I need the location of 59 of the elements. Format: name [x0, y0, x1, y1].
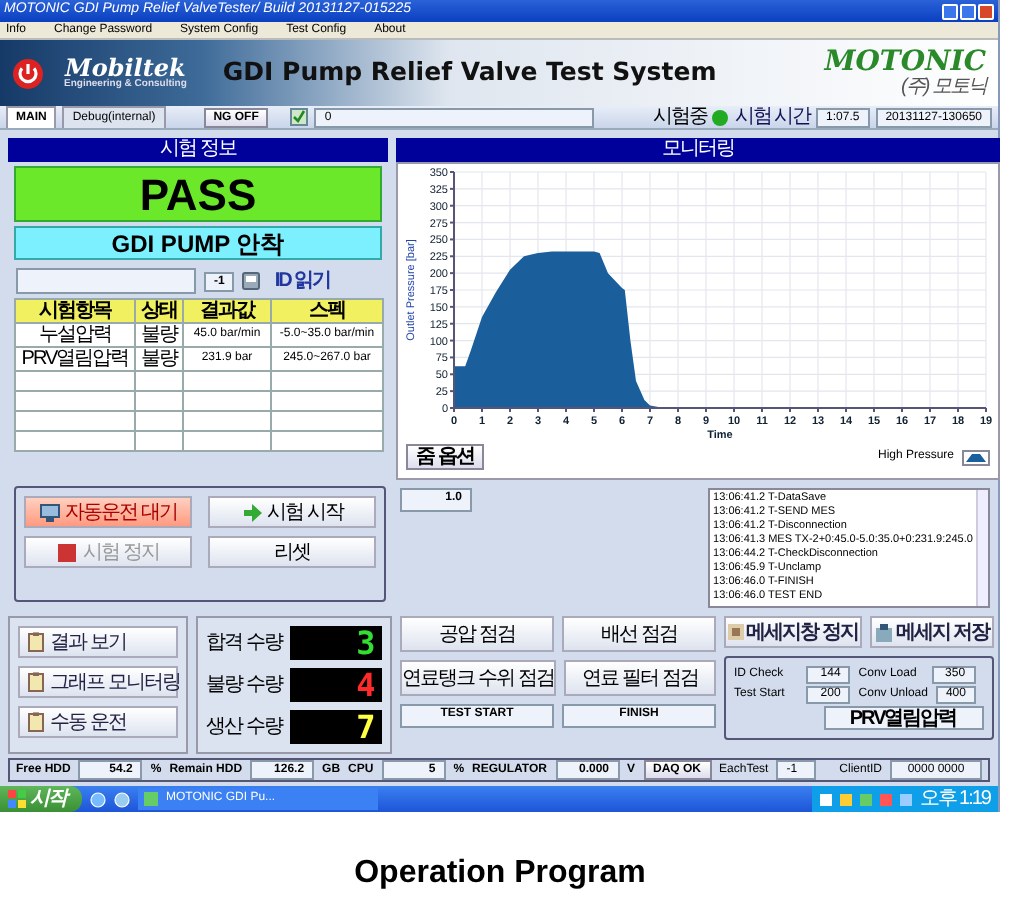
- id-field[interactable]: [16, 268, 196, 294]
- scrollbar[interactable]: [976, 490, 988, 606]
- legend-icon: [962, 449, 990, 465]
- minimize-button[interactable]: [942, 3, 958, 19]
- sensor-status-field: PRV열림압력: [823, 706, 984, 730]
- count-display: 3: [289, 626, 382, 660]
- clock: 오후 1:19: [919, 788, 990, 810]
- time-label: 시험 시간: [734, 106, 811, 128]
- check-button[interactable]: 연료탱크 수위 점검: [400, 660, 556, 696]
- control-button[interactable]: 리셋: [208, 536, 376, 568]
- count-label: 생산 수량: [206, 716, 282, 738]
- check-button[interactable]: 공압 점검: [400, 616, 554, 652]
- brand-subtitle: (주) 모토닉: [901, 76, 986, 98]
- id-read-button[interactable]: ID 읽기: [268, 270, 337, 292]
- app-title: GDI Pump Relief Valve Test System: [222, 58, 719, 88]
- column-header: 시험항목: [15, 299, 135, 323]
- count-display: 4: [289, 668, 382, 702]
- table-cell: 누설압력: [15, 323, 135, 347]
- caption: Operation Program: [352, 856, 648, 893]
- close-button[interactable]: [978, 3, 994, 19]
- checkbox[interactable]: [290, 108, 309, 126]
- check-button[interactable]: 배선 점검: [562, 616, 716, 652]
- monitor-icon: [39, 503, 60, 521]
- stop-icon: [57, 543, 78, 561]
- control-button[interactable]: 시험 시작: [208, 496, 376, 528]
- column-header: 상태: [135, 299, 183, 323]
- control-button[interactable]: 자동운전 대기: [24, 496, 192, 528]
- stop-icon: [728, 624, 744, 640]
- check-button[interactable]: 연료 필터 점검: [564, 660, 716, 696]
- message-button[interactable]: 메세지창 정지: [724, 616, 862, 648]
- section-header: 모니터링: [396, 138, 1000, 162]
- table-cell: 불량: [135, 347, 183, 371]
- arrow-icon: [241, 503, 262, 521]
- clipboard-icon: [28, 672, 44, 692]
- brand-logo: MOTONIC: [824, 48, 986, 76]
- power-icon[interactable]: [12, 57, 44, 89]
- message-button[interactable]: 메세지 저장: [869, 616, 994, 648]
- app-icon: [144, 792, 158, 806]
- column-header: 스펙: [271, 299, 383, 323]
- count-display: 7: [289, 710, 382, 744]
- table-cell: PRV열림압력: [15, 347, 135, 371]
- product-status: GDI PUMP 안착: [14, 226, 382, 260]
- status-label: 시험중: [652, 106, 707, 128]
- side-button[interactable]: 그래프 모니터링: [18, 666, 178, 698]
- save-icon: [873, 623, 894, 641]
- clipboard-icon: [28, 632, 44, 652]
- maximize-button[interactable]: [960, 3, 976, 19]
- table-cell: 불량: [135, 323, 183, 347]
- side-button[interactable]: 수동 운전: [18, 706, 178, 738]
- section-header: 시험 정보: [8, 138, 388, 162]
- count-label: 불량 수량: [206, 674, 282, 696]
- zoom-button[interactable]: 줌 옵션: [406, 444, 484, 470]
- windows-logo-icon: [8, 790, 26, 808]
- side-button[interactable]: 결과 보기: [18, 626, 178, 658]
- column-header: 결과값: [183, 299, 271, 323]
- clipboard-icon: [28, 712, 44, 732]
- logo-text: Mobiltek: [65, 55, 186, 80]
- result-display: PASS: [14, 166, 382, 222]
- count-label: 합격 수량: [206, 632, 282, 654]
